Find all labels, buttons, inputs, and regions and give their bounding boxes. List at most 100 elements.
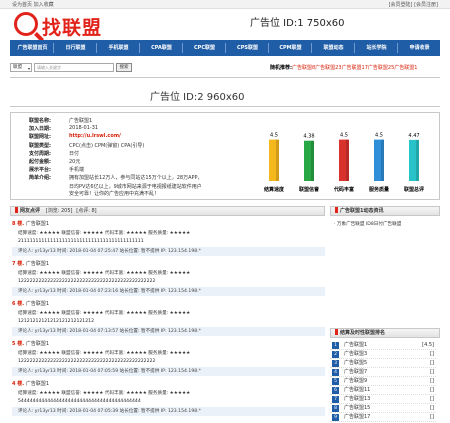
nav-separator [225,43,226,53]
comment-content: 1222222222222222222222222222222222222222… [18,279,156,284]
intro-line-2: 日均PV达6亿以上，9城市网站来源于电视报纸建站软件用户 [69,184,202,190]
chart-bar-shade [276,139,279,181]
search-type-select[interactable]: 联盟 ▾ [10,63,32,72]
comment-content: 2111111111111111111111111111111111111111… [18,239,144,244]
floor-number: 6 楼. [12,301,25,307]
news-item[interactable]: · 万象广告联盟 ID8日付广告联盟 [334,221,401,227]
chart-category-label: 联盟总评 [404,186,424,193]
info-value: 2018-01-31 [69,125,99,132]
chart-bar-shade [346,139,349,181]
site-logo[interactable]: 找联盟 [12,10,122,40]
comment-union[interactable]: 广告联盟1 [26,261,49,267]
chart-bar-shade [311,140,314,181]
magnifier-icon [14,12,38,36]
nav-item[interactable]: 申请收录 [400,40,439,56]
nav-item[interactable]: 站长学院 [357,40,396,56]
comment-ratings: 结算速度: ★★★★★ 联盟信誉: ★★★★★ 代码丰富: ★★★★★ 服务质量… [18,271,191,276]
news-item-label: 万象广告联盟 ID8日付广告联盟 [336,222,402,227]
logo-text: 找联盟 [42,17,103,39]
title-marker-icon [335,207,338,213]
info-label: 简单介绍: [29,175,51,182]
info-value: CPC(点击) CPM(弹窗) CPA(引导) [69,142,145,149]
info-value: 日付 [69,150,80,157]
top-bar: 设为首页 加入收藏 [会员登陆] [会员注册] [0,0,450,9]
chart-value-label: 4.5 [375,133,383,139]
comment-union[interactable]: 广告联盟1 [26,381,49,387]
comment-item: 5 楼. 广告联盟1 结算速度: ★★★★★ 联盟信誉: ★★★★★ 代码丰富: … [12,340,325,377]
ranking-item[interactable]: 6 广告联盟11 [] [330,386,436,395]
info-label: 展示平台: [29,167,51,174]
chart-value-label: 4.5 [270,133,278,139]
rank-score: [] [430,369,434,375]
nav-item[interactable]: CPA联盟 [142,40,181,56]
nav-separator [53,43,54,53]
comment-ratings: 结算速度: ★★★★★ 联盟信誉: ★★★★★ 代码丰富: ★★★★★ 服务质量… [18,311,191,316]
top-links[interactable]: 设为首页 加入收藏 [12,1,54,8]
comment-union[interactable]: 广告联盟1 [26,221,49,227]
ad-banner-1[interactable]: 广告位 ID:1 750x60 [250,14,344,29]
ranking-item[interactable]: 3 广告联盟5 [] [330,359,436,368]
chart-value-label: 4.5 [340,133,348,139]
nav-item[interactable]: CPS联盟 [228,40,267,56]
nav-item[interactable]: CPC联盟 [185,40,224,56]
nav-separator [354,43,355,53]
comment-ratings: 结算速度: ★★★★★ 联盟信誉: ★★★★★ 代码丰富: ★★★★★ 服务质量… [18,231,191,236]
rank-name: 广告联盟15 [344,405,371,411]
random-recommend: 随机推荐:广告联盟8广告联盟23广告联盟17广告联盟25广告联盟1 [270,64,417,71]
info-label: 加入日期: [29,126,51,133]
info-label: 起付金额: [29,159,51,165]
comment-ratings: 结算速度: ★★★★★ 联盟信誉: ★★★★★ 代码丰富: ★★★★★ 服务质量… [18,351,191,356]
intro-line-3: 安全可靠！让你的广告应用中充满不乱！ [69,191,160,197]
floor-number: 4 楼. [12,381,25,387]
floor-number: 8 楼. [12,221,25,227]
random-label: 随机推荐: [270,65,292,71]
comment-floor: 5 楼. 广告联盟1 [12,340,49,347]
search-input[interactable]: 请输入关键字 [34,63,114,72]
comments-header: 网友点评 [浏览: 205] [点评: 8] [10,206,325,216]
rank-name: 广告联盟7 [344,369,368,375]
nav-item[interactable]: CPM联盟 [271,40,310,56]
comment-ratings: 结算速度: ★★★★★ 联盟信誉: ★★★★★ 代码丰富: ★★★★★ 服务质量… [18,391,191,396]
comment-union[interactable]: 广告联盟1 [26,301,49,307]
news-title: 广告联盟1动态资讯 [340,208,384,214]
rank-name: 广告联盟5 [344,360,368,366]
rank-name: 广告联盟1 [344,342,368,348]
rank-number: 3 [332,360,339,367]
search-button[interactable]: 搜索 [116,63,132,72]
ranking-item[interactable]: 8 广告联盟15 [] [330,404,436,413]
ranking-item[interactable]: 4 广告联盟7 [] [330,368,436,377]
ranking-item[interactable]: 9 广告联盟17 [] [330,413,436,422]
comment-union[interactable]: 广告联盟1 [26,341,49,347]
floor-number: 5 楼. [12,341,25,347]
member-links[interactable]: [会员登陆] [会员注册] [389,1,438,8]
nav-item[interactable]: 日行联盟 [56,40,95,56]
rank-name: 广告联盟9 [344,378,368,384]
rank-score: [] [430,351,434,357]
rank-name: 广告联盟3 [344,351,368,357]
title-marker-icon [335,329,338,335]
info-label: 联盟类型: [29,142,51,149]
ranking-item[interactable]: 2 广告联盟3 [] [330,350,436,359]
rank-number: 8 [332,405,339,412]
chart-category-label: 服务质量 [369,186,389,193]
ranking-item[interactable]: 7 广告联盟13 [] [330,395,436,404]
info-value: 20元 [69,159,81,165]
ranking-item[interactable]: 5 广告联盟9 [] [330,377,436,386]
comment-floor: 8 楼. 广告联盟1 [12,220,49,227]
nav-item[interactable]: 联盟动态 [314,40,353,56]
divider [10,106,440,107]
union-url-link[interactable]: http://u.lrswl.com/ [69,133,121,139]
main-nav: 广告联盟首页 日行联盟 手机联盟 CPA联盟 CPC联盟 CPS联盟 CPM联盟 联盟动态 站长… [10,40,440,56]
ranking-item[interactable]: 1 广告联盟1 [4.5] [330,341,436,350]
comment-meta: 评论人: yr13yr13 时间: 2018-01-04 07:05:59 站长… [12,367,325,376]
floor-number: 7 楼. [12,261,25,267]
comment-meta: 评论人: yr13yr13 时间: 2018-01-04 07:13:57 站长… [12,327,325,336]
rank-number: 4 [332,369,339,376]
random-links[interactable]: 广告联盟8广告联盟23广告联盟17广告联盟25广告联盟1 [292,65,417,71]
nav-item[interactable]: 广告联盟首页 [13,40,52,56]
chart-bar-shade [416,139,419,181]
ad-banner-2[interactable]: 广告位 ID:2 960x60 [150,88,244,103]
rank-name: 广告联盟17 [344,414,371,420]
ranking-header: 结算及时性联盟排名 [330,328,440,338]
nav-item[interactable]: 手机联盟 [99,40,138,56]
